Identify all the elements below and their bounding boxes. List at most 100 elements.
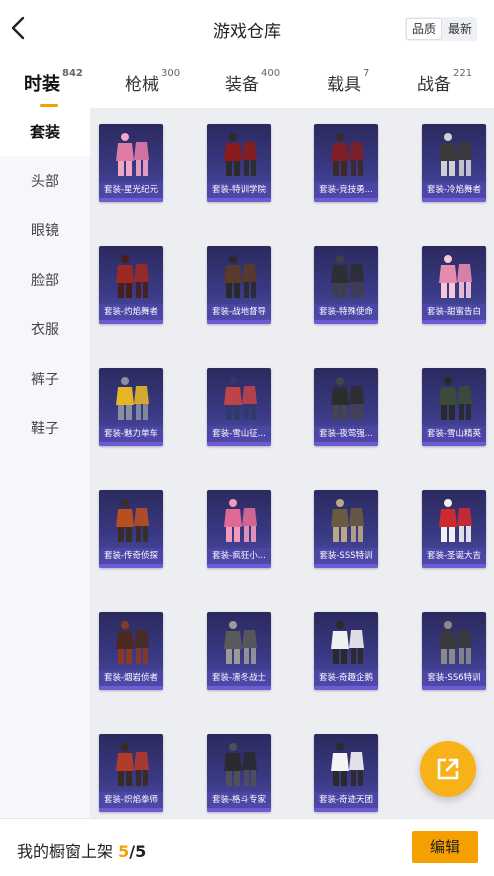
outfit-thumbnail xyxy=(439,255,472,298)
rarity-stripe xyxy=(207,686,271,690)
item-label: 套装-战地督导 xyxy=(207,304,271,320)
rarity-stripe xyxy=(207,198,271,202)
item-card[interactable]: 套装-魅力单车 xyxy=(99,368,163,446)
item-card[interactable]: 套装-圣诞大吉 xyxy=(422,490,486,568)
item-card[interactable]: 套装-格斗专家 xyxy=(207,734,271,812)
share-out-icon xyxy=(437,758,459,780)
sidebar-item-shoes[interactable]: 鞋子 xyxy=(0,405,90,453)
rarity-stripe xyxy=(99,808,163,812)
outfit-thumbnail xyxy=(116,499,149,542)
item-card[interactable]: 套装-特殊使命 xyxy=(314,246,378,324)
tab-label: 装备 xyxy=(225,75,259,95)
item-label: 套装-炽焰拳师 xyxy=(99,792,163,808)
item-card[interactable]: 套装-炽焰拳师 xyxy=(99,734,163,812)
rarity-stripe xyxy=(314,686,378,690)
item-label: 套装-格斗专家 xyxy=(207,792,271,808)
item-card[interactable]: 套装-凛冬战士 xyxy=(207,612,271,690)
rarity-stripe xyxy=(207,808,271,812)
rarity-stripe xyxy=(99,198,163,202)
tab-count: 400 xyxy=(261,68,281,79)
sidebar-item-suits[interactable]: 套装 xyxy=(0,108,90,156)
tab-label: 枪械 xyxy=(125,75,159,95)
edit-button[interactable]: 编辑 xyxy=(412,831,478,863)
tab-equipment[interactable]: 装备400 xyxy=(225,68,281,95)
category-tabs: 时装842 枪械300 装备400 载具7 战备221 xyxy=(0,58,494,108)
rarity-stripe xyxy=(207,564,271,568)
outfit-thumbnail xyxy=(331,621,364,664)
rarity-stripe xyxy=(422,198,486,202)
outfit-thumbnail xyxy=(116,133,149,176)
sort-toggle: 品质 最新 xyxy=(405,17,477,41)
sidebar-item-face[interactable]: 脸部 xyxy=(0,257,90,305)
item-card[interactable]: 套装-特训学院 xyxy=(207,124,271,202)
outfit-thumbnail xyxy=(224,499,257,542)
tab-supplies[interactable]: 战备221 xyxy=(417,68,472,95)
item-label: 套装-特训学院 xyxy=(207,182,271,198)
item-label: 套装-夜莺强... xyxy=(314,426,378,442)
item-card[interactable]: 套装-疯狂小... xyxy=(207,490,271,568)
rarity-stripe xyxy=(99,564,163,568)
tab-fashion[interactable]: 时装842 xyxy=(24,68,83,107)
item-label: 套装-冷焰舞者 xyxy=(422,182,486,198)
rarity-stripe xyxy=(422,442,486,446)
rarity-stripe xyxy=(422,686,486,690)
item-card[interactable]: 套装-星光纪元 xyxy=(99,124,163,202)
item-label: 套装-特殊使命 xyxy=(314,304,378,320)
item-label: 套装-圣诞大吉 xyxy=(422,548,486,564)
rarity-stripe xyxy=(99,442,163,446)
item-label: 套装-雪山精英 xyxy=(422,426,486,442)
item-label: 套装-传奇侦探 xyxy=(99,548,163,564)
item-card[interactable]: 套装-战地督导 xyxy=(207,246,271,324)
tab-vehicles[interactable]: 载具7 xyxy=(327,68,369,95)
outfit-thumbnail xyxy=(331,499,364,542)
item-card[interactable]: 套装-灼焰舞者 xyxy=(99,246,163,324)
sidebar-item-pants[interactable]: 裤子 xyxy=(0,356,90,404)
rarity-stripe xyxy=(207,442,271,446)
outfit-thumbnail xyxy=(331,255,364,298)
outfit-thumbnail xyxy=(439,377,472,420)
outfit-thumbnail xyxy=(439,499,472,542)
item-card[interactable]: 套装-SS6特训 xyxy=(422,612,486,690)
tab-guns[interactable]: 枪械300 xyxy=(125,68,181,95)
rarity-stripe xyxy=(99,686,163,690)
sort-quality-button[interactable]: 品质 xyxy=(406,18,442,40)
outfit-thumbnail xyxy=(439,621,472,664)
tab-label: 载具 xyxy=(327,75,361,95)
outfit-thumbnail xyxy=(116,377,149,420)
tab-count: 842 xyxy=(62,68,83,79)
outfit-thumbnail xyxy=(331,377,364,420)
item-label: 套装-SS6特训 xyxy=(422,670,486,686)
tab-label: 战备 xyxy=(417,75,451,95)
item-card[interactable]: 套装-雪山精英 xyxy=(422,368,486,446)
sidebar-item-clothes[interactable]: 衣服 xyxy=(0,306,90,354)
item-card[interactable]: 套装-冷焰舞者 xyxy=(422,124,486,202)
rarity-stripe xyxy=(314,808,378,812)
item-card[interactable]: 套装-奇趣企鹅 xyxy=(314,612,378,690)
item-label: 套装-雪山征... xyxy=(207,426,271,442)
outfit-thumbnail xyxy=(116,743,149,786)
header: 游戏仓库 品质 最新 xyxy=(0,0,494,58)
item-card[interactable]: 套装-奇迹天团 xyxy=(314,734,378,812)
sidebar-item-head[interactable]: 头部 xyxy=(0,158,90,206)
item-card[interactable]: 套装-甜蜜告白 xyxy=(422,246,486,324)
item-label: 套装-凛冬战士 xyxy=(207,670,271,686)
item-card[interactable]: 套装-雪山征... xyxy=(207,368,271,446)
showcase-current: 5 xyxy=(118,842,130,861)
item-label: 套装-灼焰舞者 xyxy=(99,304,163,320)
outfit-thumbnail xyxy=(116,255,149,298)
outfit-thumbnail xyxy=(439,133,472,176)
item-label: 套装-SSS特训 xyxy=(314,548,378,564)
item-card[interactable]: 套装-烟岩侦者 xyxy=(99,612,163,690)
item-label: 套装-烟岩侦者 xyxy=(99,670,163,686)
share-button[interactable] xyxy=(420,741,476,797)
item-card[interactable]: 套装-夜莺强... xyxy=(314,368,378,446)
outfit-thumbnail xyxy=(224,377,257,420)
rarity-stripe xyxy=(422,320,486,324)
item-card[interactable]: 套装-SSS特训 xyxy=(314,490,378,568)
sort-latest-button[interactable]: 最新 xyxy=(443,17,477,41)
tab-underline xyxy=(40,104,58,107)
item-card[interactable]: 套装-传奇侦探 xyxy=(99,490,163,568)
tab-count: 300 xyxy=(161,68,181,79)
sidebar-item-glasses[interactable]: 眼镜 xyxy=(0,207,90,255)
item-card[interactable]: 套装-竞技勇... xyxy=(314,124,378,202)
